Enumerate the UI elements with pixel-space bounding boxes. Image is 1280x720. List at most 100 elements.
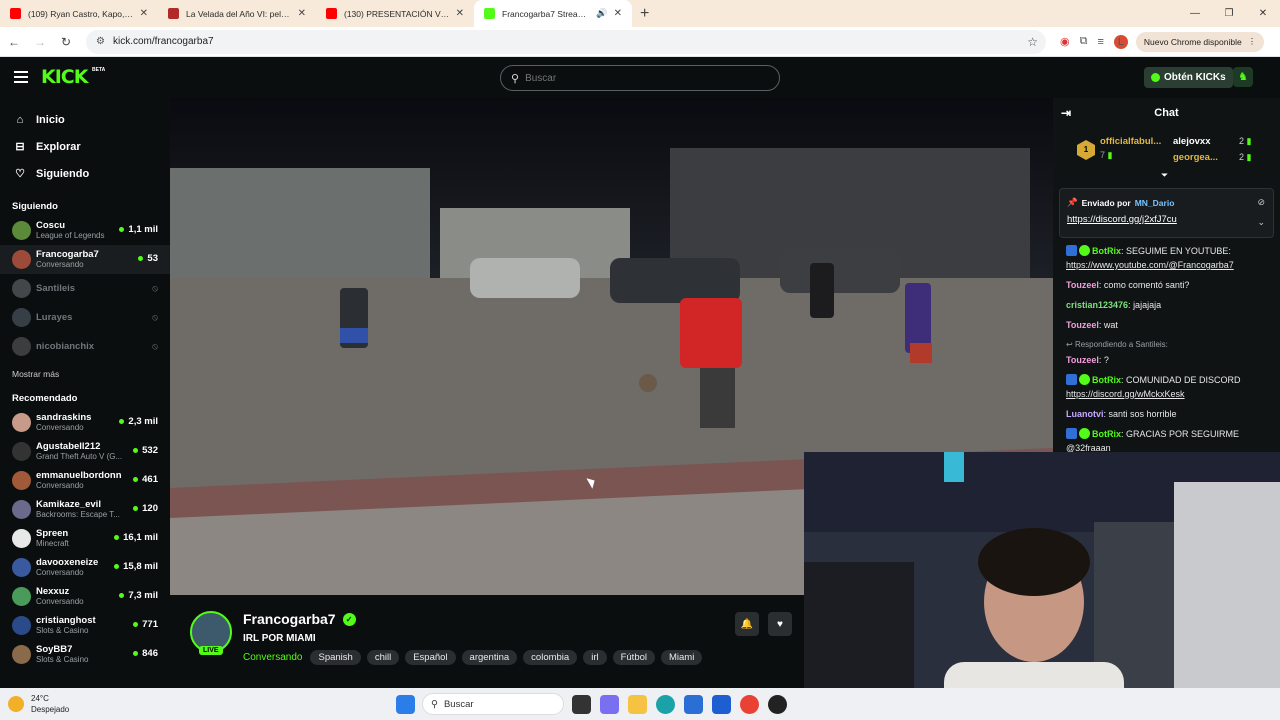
chat-message: cristian123476: jajajaja <box>1066 300 1162 310</box>
channel-name: Agustabell212 <box>36 441 101 452</box>
channel-item[interactable]: sandraskins Conversando 2,3 mil <box>0 408 170 437</box>
chat-username[interactable]: Touzeel <box>1066 355 1099 365</box>
tag[interactable]: colombia <box>523 650 578 665</box>
channel-item[interactable]: emmanuelbordonn Conversando 461 <box>0 466 170 495</box>
chat-username[interactable]: Touzeel <box>1066 320 1099 330</box>
chevron-down-icon[interactable]: ⌄ <box>1257 217 1265 228</box>
gifter-name[interactable]: alejovxx <box>1173 136 1211 147</box>
store-icon[interactable] <box>684 695 703 714</box>
browser-tab[interactable]: (130) PRESENTACIÓN VELADA ✕ <box>316 0 474 27</box>
tag[interactable]: Miami <box>661 650 703 665</box>
new-tab-icon[interactable]: + <box>640 5 649 23</box>
tag[interactable]: argentina <box>461 650 518 665</box>
minimize-icon[interactable]: — <box>1178 8 1212 19</box>
search-box[interactable]: ⚲ <box>500 65 780 91</box>
reload-icon[interactable]: ↻ <box>54 35 78 49</box>
chat-username[interactable]: Luanotvi <box>1066 409 1104 419</box>
channel-item[interactable]: davooxeneize Conversando 15,8 mil <box>0 553 170 582</box>
chat-link[interactable]: https://www.youtube.com/@Francogarba7 <box>1066 260 1234 270</box>
sidebar-item-explorar[interactable]: ⊟ Explorar <box>0 133 170 160</box>
extension-icon[interactable]: ◉ <box>1060 35 1070 48</box>
file-explorer-icon[interactable] <box>628 695 647 714</box>
menu-icon[interactable] <box>14 71 28 83</box>
sidebar-item-inicio[interactable]: ⌂ Inicio <box>0 106 170 133</box>
more-menu-icon[interactable]: ⋮ <box>1248 36 1257 47</box>
profile-avatar[interactable]: L <box>1113 34 1128 49</box>
puzzle-icon[interactable]: ⧉ <box>1080 35 1088 48</box>
forward-icon[interactable]: → <box>28 35 52 49</box>
following-section-title: Siguiendo <box>12 201 58 212</box>
browser-tab-active[interactable]: Francogarba7 Stream - Wat 🔊 ✕ <box>474 0 632 27</box>
channel-item[interactable]: Kamikaze_evil Backrooms: Escape T... 120 <box>0 495 170 524</box>
taskbar-search[interactable]: ⚲ Buscar <box>422 693 564 715</box>
recommended-list: sandraskins Conversando 2,3 mil Agustabell2… <box>0 408 170 669</box>
chrome-icon[interactable] <box>740 695 759 714</box>
channel-item[interactable]: Coscu League of Legends 1,1 mil <box>0 216 170 245</box>
pinned-message[interactable]: 📌 Enviado por MN_Dario https://discord.g… <box>1059 188 1274 238</box>
channel-category: Conversando <box>36 260 84 269</box>
weather-widget[interactable]: 24°C Despejado <box>8 693 69 715</box>
chat-username[interactable]: BotRix <box>1092 246 1121 256</box>
bot-badge-icon <box>1066 245 1077 256</box>
tag[interactable]: Fútbol <box>612 650 655 665</box>
update-chrome-button[interactable]: Nuevo Chrome disponible ⋮ <box>1135 31 1265 52</box>
channel-item[interactable]: Agustabell212 Grand Theft Auto V (G... 532 <box>0 437 170 466</box>
sidebar-item-siguiendo[interactable]: ♡ Siguiendo <box>0 160 170 187</box>
top-gifters: 1 officialfabul... 7 ▮ alejovxx 2 ▮ geor… <box>1053 130 1280 181</box>
edge-icon[interactable] <box>656 695 675 714</box>
obs-icon[interactable] <box>768 695 787 714</box>
channel-item[interactable]: cristianghost Slots & Casino 771 <box>0 611 170 640</box>
top-gifter-name[interactable]: officialfabul... <box>1100 136 1161 147</box>
notification-bell-button[interactable]: 🔔 <box>735 612 759 636</box>
close-tab-icon[interactable]: ✕ <box>140 8 148 19</box>
channel-item-selected[interactable]: Francogarba7 Conversando 53 <box>0 245 170 274</box>
browser-tab[interactable]: La Velada del Año VI: peleas co ✕ <box>158 0 316 27</box>
copilot-icon[interactable] <box>600 695 619 714</box>
back-icon[interactable]: ← <box>2 35 26 49</box>
home-icon: ⌂ <box>16 113 24 126</box>
site-info-icon[interactable]: ⚙ <box>96 36 105 47</box>
collapse-chat-icon[interactable]: ⇥ <box>1061 106 1071 120</box>
tag[interactable]: Spanish <box>310 650 361 665</box>
tag[interactable]: chill <box>366 650 400 665</box>
show-more-link[interactable]: Mostrar más <box>0 369 170 379</box>
channel-item-offline[interactable]: Lurayes ⦸ <box>0 303 170 332</box>
windows-start-icon[interactable] <box>396 695 415 714</box>
tag[interactable]: irl <box>583 650 607 665</box>
bookmark-star-icon[interactable]: ☆ <box>1027 35 1038 49</box>
stream-category[interactable]: Conversando <box>243 652 302 663</box>
close-tab-icon[interactable]: ✕ <box>298 8 306 19</box>
pinned-link[interactable]: https://discord.gg/j2xfJ7cu <box>1067 214 1177 225</box>
streamer-name[interactable]: Francogarba7 ✓ <box>243 611 356 627</box>
close-tab-icon[interactable]: ✕ <box>456 8 464 19</box>
unpin-icon[interactable]: ⊘ <box>1257 197 1265 208</box>
follow-heart-button[interactable]: ♥ <box>768 612 792 636</box>
filter-icon[interactable]: ⏷ <box>1161 170 1168 181</box>
channel-item-offline[interactable]: nicobianchix ⦸ <box>0 332 170 361</box>
close-window-icon[interactable]: ✕ <box>1246 8 1280 19</box>
chat-link[interactable]: https://discord.gg/wMckxKesk <box>1066 389 1185 399</box>
get-kicks-button[interactable]: Obtén KICKs <box>1144 67 1233 88</box>
chat-username[interactable]: cristian123476 <box>1066 300 1128 310</box>
channel-item[interactable]: Spreen Minecraft 16,1 mil <box>0 524 170 553</box>
speaker-icon[interactable]: 🔊 <box>596 8 607 19</box>
chat-username[interactable]: BotRix <box>1092 375 1121 385</box>
chat-message: ↩ Respondiendo a Santileis: Touzeel: ? <box>1066 338 1271 367</box>
url-field[interactable]: ⚙ kick.com/francogarba7 ☆ <box>86 29 1046 54</box>
browser-tab[interactable]: (109) Ryan Castro, Kapo, Gang ✕ <box>0 0 158 27</box>
chat-username[interactable]: BotRix <box>1092 429 1121 439</box>
channel-item[interactable]: SoyBB7 Slots & Casino 846 <box>0 640 170 669</box>
restore-icon[interactable]: ❐ <box>1212 8 1246 19</box>
tag[interactable]: Español <box>405 650 456 665</box>
gifter-name[interactable]: georgea... <box>1173 152 1218 163</box>
outlook-icon[interactable] <box>712 695 731 714</box>
task-view-icon[interactable] <box>572 695 591 714</box>
channel-item[interactable]: Nexxuz Conversando 7,3 mil <box>0 582 170 611</box>
channel-item-offline[interactable]: Santileis ⦸ <box>0 274 170 303</box>
kick-logo[interactable]: KICK <box>41 66 88 88</box>
chat-username[interactable]: Touzeel <box>1066 280 1099 290</box>
media-control-icon[interactable]: ≡ <box>1097 36 1103 48</box>
close-tab-icon[interactable]: ✕ <box>614 8 622 19</box>
search-input[interactable] <box>525 72 756 84</box>
user-avatar[interactable]: ♞ <box>1233 67 1253 87</box>
